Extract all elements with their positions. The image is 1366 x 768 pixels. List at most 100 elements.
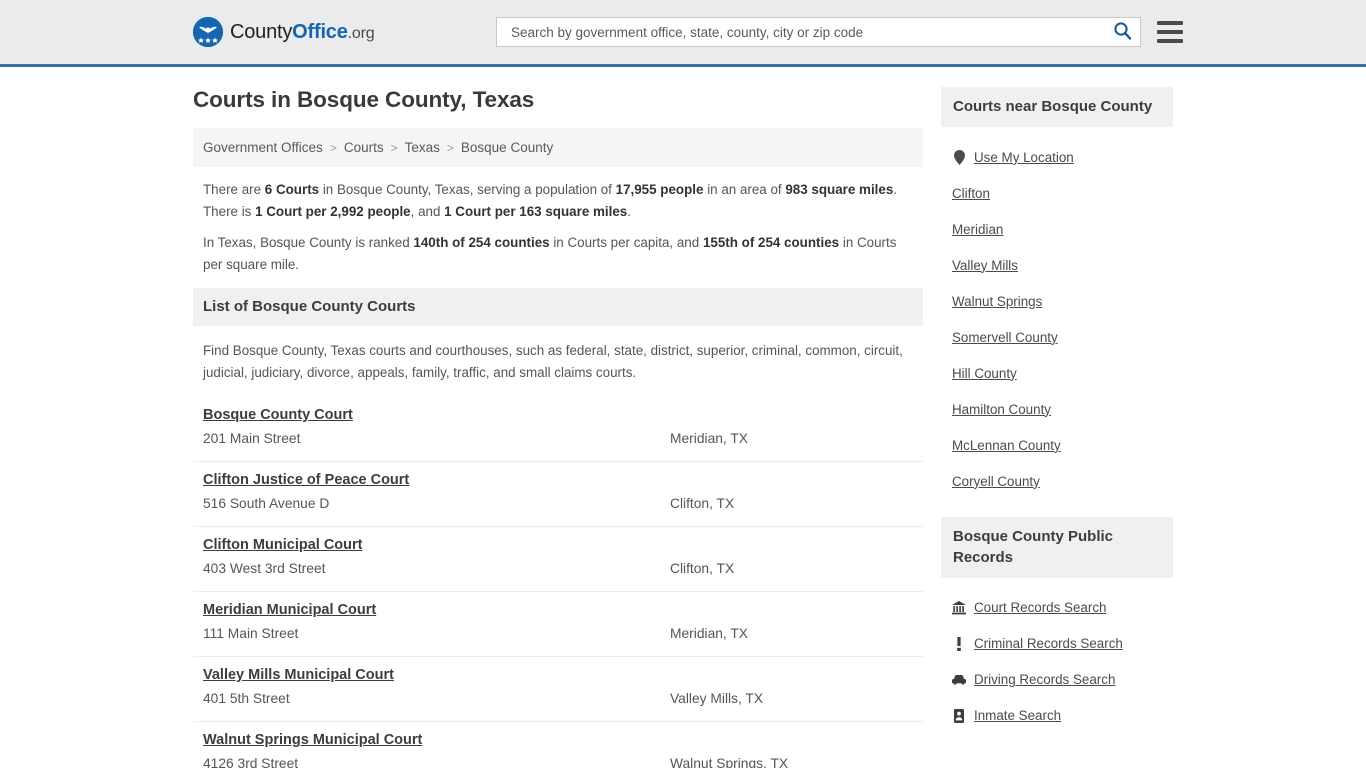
hamburger-menu-icon-bar — [1157, 39, 1183, 43]
court-city: Clifton, TX — [670, 561, 735, 577]
nearby-court-link[interactable]: Somervell County — [952, 330, 1058, 345]
court-row: Meridian Municipal Court 111 Main Street M… — [193, 592, 923, 658]
logo-text-office: Office — [292, 20, 348, 43]
court-name-link[interactable]: Meridian Municipal Court — [203, 602, 376, 618]
search-button[interactable] — [1110, 20, 1134, 44]
court-address: 111 Main Street — [203, 626, 299, 642]
nearby-court-link[interactable]: Meridian — [952, 222, 1003, 237]
map-pin-icon — [952, 149, 966, 165]
court-row: Walnut Springs Municipal Court 4126 3rd S… — [193, 722, 923, 768]
court-list-section-header: List of Bosque County Courts — [193, 287, 923, 326]
statistic-text: . — [627, 203, 631, 219]
statistic-value: 983 square miles — [785, 182, 894, 197]
nearby-court-link[interactable]: McLennan County — [952, 438, 1061, 453]
search-input[interactable] — [509, 23, 1110, 41]
statistic-text: , and — [410, 203, 445, 219]
eagle-shield-logo-icon — [193, 17, 223, 47]
court-address-line: 201 Main Street Meridian, TX — [203, 431, 913, 446]
nearby-court-link[interactable]: Coryell County — [952, 474, 1040, 489]
public-record-link[interactable]: Court Records Search — [974, 600, 1106, 615]
hamburger-menu-button[interactable] — [1157, 21, 1183, 43]
public-record-item[interactable]: Inmate Search — [943, 698, 1171, 734]
public-record-item[interactable]: Driving Records Search — [943, 662, 1171, 698]
court-name-link[interactable]: Clifton Municipal Court — [203, 537, 362, 553]
breadcrumb-item-courts[interactable]: Courts — [344, 140, 384, 155]
public-records-panel: Bosque County Public Records Court Recor… — [941, 517, 1173, 734]
nearby-court-item[interactable]: Hamilton County — [943, 391, 1171, 427]
statistic-value: 140th of 254 counties — [413, 235, 550, 251]
statistic-value: 155th of 254 counties — [702, 235, 840, 251]
public-record-item[interactable]: Court Records Search — [943, 590, 1171, 626]
public-record-link[interactable]: Inmate Search — [974, 708, 1061, 723]
nearby-courts-links: Use My Location Clifton Meridian Valley Mil… — [941, 127, 1173, 499]
court-address-line: 403 West 3rd Street Clifton, TX — [203, 561, 913, 576]
nearby-court-link[interactable]: Valley Mills — [952, 258, 1018, 273]
statistic-text: in an area of — [703, 182, 786, 197]
nearby-courts-panel-header: Courts near Bosque County — [941, 87, 1173, 128]
court-city: Walnut Springs, TX — [670, 756, 789, 768]
car-icon — [952, 672, 966, 688]
nearby-court-item[interactable]: Hill County — [943, 355, 1171, 391]
nearby-courts-panel: Courts near Bosque County Use My Locatio… — [941, 87, 1173, 499]
public-record-link[interactable]: Criminal Records Search — [974, 636, 1123, 651]
breadcrumb: Government Offices > Courts > Texas > Bosque C… — [193, 128, 923, 167]
court-row: Clifton Justice of Peace Court 516 South … — [193, 462, 923, 528]
statistic-text: in Courts per capita, and — [549, 235, 703, 251]
court-address-line: 4126 3rd Street Walnut Springs, TX — [203, 756, 913, 768]
nearby-court-item[interactable]: Clifton — [943, 175, 1171, 211]
court-name-link[interactable]: Valley Mills Municipal Court — [203, 667, 394, 683]
public-records-panel-header: Bosque County Public Records — [941, 517, 1173, 578]
hamburger-menu-icon-bar — [1157, 21, 1183, 25]
content-row: Courts in Bosque County, Texas Governmen… — [193, 67, 1173, 768]
nearby-court-link[interactable]: Walnut Springs — [952, 294, 1042, 309]
public-record-link[interactable]: Driving Records Search — [974, 672, 1115, 687]
nearby-court-item[interactable]: Valley Mills — [943, 247, 1171, 283]
nearby-court-item[interactable]: Coryell County — [943, 463, 1171, 499]
hamburger-menu-icon-bar — [1157, 30, 1183, 34]
statistic-value: 6 Courts — [264, 182, 320, 197]
nearby-court-item[interactable]: Meridian — [943, 211, 1171, 247]
court-address-line: 516 South Avenue D Clifton, TX — [203, 496, 913, 511]
nearby-court-link[interactable]: Use My Location — [974, 150, 1074, 165]
nearby-court-link[interactable]: Hill County — [952, 366, 1017, 381]
site-logo[interactable]: CountyOffice.org — [193, 17, 375, 47]
nearby-court-item[interactable]: Use My Location — [943, 139, 1171, 175]
nearby-court-item[interactable]: Walnut Springs — [943, 283, 1171, 319]
nearby-court-item[interactable]: Somervell County — [943, 319, 1171, 355]
exclamation-icon — [952, 636, 966, 652]
breadcrumb-item-government-offices[interactable]: Government Offices — [203, 140, 323, 155]
statistic-value: 1 Court per 2,992 people — [255, 203, 411, 219]
court-name-link[interactable]: Bosque County Court — [203, 407, 353, 423]
court-name-link[interactable]: Clifton Justice of Peace Court — [203, 472, 409, 488]
breadcrumb-item-texas[interactable]: Texas — [405, 140, 440, 155]
breadcrumb-separator: > — [390, 140, 398, 155]
statistic-text: There are — [203, 182, 265, 197]
public-records-links: Court Records Search Criminal Records Sea… — [941, 578, 1173, 734]
court-list: Bosque County Court 201 Main Street Meridi… — [193, 397, 923, 768]
court-list-description: Find Bosque County, Texas courts and cou… — [203, 342, 903, 380]
court-row: Valley Mills Municipal Court 401 5th Stre… — [193, 657, 923, 723]
statistics-paragraph-1: There are 6 Courts in Bosque County, Tex… — [203, 179, 913, 222]
nearby-court-item[interactable]: McLennan County — [943, 427, 1171, 463]
statistic-value: 17,955 people — [615, 182, 704, 197]
court-address: 201 Main Street — [203, 431, 301, 447]
statistic-text: in Bosque County, Texas, serving a popul… — [319, 182, 616, 197]
court-city: Clifton, TX — [670, 496, 735, 512]
breadcrumb-separator: > — [446, 140, 454, 155]
public-record-item[interactable]: Criminal Records Search — [943, 626, 1171, 662]
court-address: 516 South Avenue D — [203, 496, 330, 512]
court-row: Bosque County Court 201 Main Street Meridi… — [193, 397, 923, 463]
logo-text-county: County — [230, 20, 293, 43]
county-statistics: There are 6 Courts in Bosque County, Tex… — [193, 167, 923, 276]
nearby-court-link[interactable]: Hamilton County — [952, 402, 1051, 417]
court-address-line: 111 Main Street Meridian, TX — [203, 626, 913, 641]
court-row: Clifton Municipal Court 403 West 3rd Stre… — [193, 527, 923, 593]
logo-text-org: .org — [347, 24, 375, 42]
search-box[interactable] — [496, 17, 1141, 47]
court-city: Valley Mills, TX — [670, 691, 764, 707]
page-container: Courts in Bosque County, Texas Governmen… — [0, 67, 1366, 768]
nearby-court-link[interactable]: Clifton — [952, 186, 990, 201]
id-card-icon — [952, 708, 966, 724]
sidebar: Courts near Bosque County Use My Locatio… — [941, 87, 1173, 768]
court-name-link[interactable]: Walnut Springs Municipal Court — [203, 732, 422, 748]
